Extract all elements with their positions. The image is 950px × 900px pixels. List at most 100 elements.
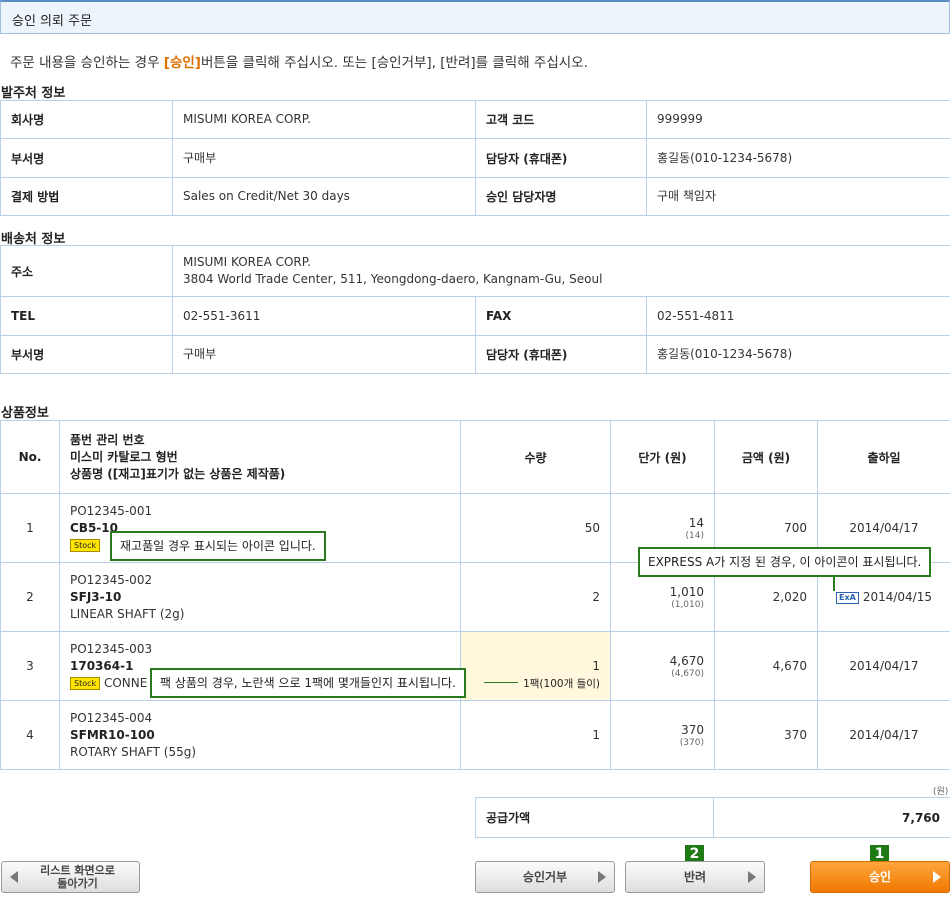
supply-label: 공급가액 xyxy=(475,797,714,838)
customer-code-value: 999999 xyxy=(646,100,950,139)
header-item-line2: 미스미 카탈로그 형번 xyxy=(70,449,178,464)
payment-label: 결제 방법 xyxy=(0,177,173,216)
row-name: CONNE xyxy=(103,675,148,690)
fax-label: FAX xyxy=(475,296,647,336)
ship-dept-label: 부서명 xyxy=(0,335,173,374)
row-price: 370 (370) xyxy=(610,700,715,770)
row-qty: 1 1팩(100개 들이) xyxy=(460,631,611,701)
title-bar: 승인 의뢰 주문 xyxy=(0,0,950,34)
return-button-label: 반려 xyxy=(683,870,707,884)
row-po: PO12345-004 xyxy=(70,710,153,725)
arrow-right-icon xyxy=(598,871,606,883)
address-value: MISUMI KOREA CORP. 3804 World Trade Cent… xyxy=(172,245,950,297)
tel-label: TEL xyxy=(0,296,173,336)
approve-button-label: 승인 xyxy=(868,870,892,884)
row-no: 3 xyxy=(0,631,60,701)
address-label: 주소 xyxy=(0,245,173,297)
table-row: 3 PO12345-003 170364-1 Stock CONNE 1 1팩(… xyxy=(0,631,950,701)
dept-value: 구매부 xyxy=(172,138,476,178)
header-item: 품번 관리 번호 미스미 카탈로그 형번 상품명 ([재고]표기가 없는 상품은… xyxy=(59,420,461,494)
row-price: 4,670 (4,670) xyxy=(610,631,715,701)
header-ship-date: 출하일 xyxy=(817,420,950,494)
pack-callout-connector xyxy=(484,682,518,683)
return-button[interactable]: 반려 xyxy=(625,861,765,893)
stock-callout: 재고품일 경우 표시되는 아이콘 입니다. xyxy=(110,531,326,561)
intro-before: 주문 내용을 승인하는 경우 xyxy=(10,55,164,71)
approver-label: 승인 담당자명 xyxy=(475,177,647,216)
order-info-heading: 발주처 정보 xyxy=(1,86,66,101)
dept-label: 부서명 xyxy=(0,138,173,178)
contact-label: 담당자 (휴대폰) xyxy=(475,138,647,178)
customer-code-label: 고객 코드 xyxy=(475,100,647,139)
address-line2: 3804 World Trade Center, 511, Yeongdong-… xyxy=(183,272,603,286)
page-title: 승인 의뢰 주문 xyxy=(12,14,93,29)
ship-dept-value: 구매부 xyxy=(172,335,476,374)
row-amount: 4,670 xyxy=(714,631,818,701)
contact-value: 홍길동(010-1234-5678) xyxy=(646,138,950,178)
header-qty: 수량 xyxy=(460,420,611,494)
products-heading: 상품정보 xyxy=(1,406,49,421)
ship-info-table: 주소 MISUMI KOREA CORP. 3804 World Trade C… xyxy=(0,245,950,374)
order-info-table: 회사명 MISUMI KOREA CORP. 고객 코드 999999 부서명 … xyxy=(0,100,950,216)
row-qty: 1 xyxy=(460,700,611,770)
header-item-line1: 품번 관리 번호 xyxy=(70,432,145,447)
row-price-sub: (370) xyxy=(679,737,704,748)
row-po: PO12345-003 xyxy=(70,641,153,656)
table-row: 4 PO12345-004 SFMR10-100 ROTARY SHAFT (5… xyxy=(0,700,950,770)
arrow-right-icon xyxy=(933,871,941,883)
row-po: PO12345-002 xyxy=(70,572,153,587)
row-price-sub: (14) xyxy=(685,530,704,541)
row-no: 4 xyxy=(0,700,60,770)
approver-value: 구매 책임자 xyxy=(646,177,950,216)
intro-after: 버튼을 클릭해 주십시오. 또는 [승인거부], [반려]를 클릭해 주십시오. xyxy=(200,55,588,71)
row-part: SFMR10-100 xyxy=(70,727,155,742)
fax-value: 02-551-4811 xyxy=(646,296,950,336)
header-amount: 금액 (원) xyxy=(714,420,818,494)
row-po: PO12345-001 xyxy=(70,503,153,518)
row-item: PO12345-002 SFJ3-10 LINEAR SHAFT (2g) xyxy=(59,562,461,632)
arrow-left-icon xyxy=(10,871,18,883)
payment-value: Sales on Credit/Net 30 days xyxy=(172,177,476,216)
row-date: 2014/04/17 xyxy=(817,700,950,770)
row-qty-value: 1 xyxy=(592,659,600,673)
arrow-right-icon xyxy=(748,871,756,883)
currency-unit: (원) xyxy=(933,787,949,797)
row-price-main: 1,010 xyxy=(669,584,704,599)
intro-highlight: [승인] xyxy=(163,55,201,71)
row-price-sub: (1,010) xyxy=(671,599,704,610)
intro-text: 주문 내용을 승인하는 경우 [승인]버튼을 클릭해 주십시오. 또는 [승인거… xyxy=(10,51,588,71)
pack-note: 1팩(100개 들이) xyxy=(523,678,600,690)
row-qty: 50 xyxy=(460,493,611,563)
company-label: 회사명 xyxy=(0,100,173,139)
row-no: 2 xyxy=(0,562,60,632)
header-no: No. xyxy=(0,420,60,494)
header-item-line3: 상품명 ([재고]표기가 없는 상품은 제작품) xyxy=(70,466,286,481)
back-button-label-line1: 리스트 화면으로 xyxy=(40,864,115,877)
row-date: 2014/04/17 xyxy=(817,631,950,701)
products-table: No. 품번 관리 번호 미스미 카탈로그 형번 상품명 ([재고]표기가 없는… xyxy=(0,420,950,770)
supply-value: 7,760 xyxy=(713,797,950,838)
pack-callout: 팩 상품의 경우, 노란색 으로 1팩에 몇개들인지 표시됩니다. xyxy=(150,668,466,698)
row-price-main: 370 xyxy=(681,722,704,737)
row-qty: 2 xyxy=(460,562,611,632)
back-button-label-line2: 돌아가기 xyxy=(57,877,98,890)
row-date-text: 2014/04/15 xyxy=(862,590,932,604)
row-no: 1 xyxy=(0,493,60,563)
row-item: PO12345-004 SFMR10-100 ROTARY SHAFT (55g… xyxy=(59,700,461,770)
row-name: ROTARY SHAFT (55g) xyxy=(70,744,197,759)
stock-icon: Stock xyxy=(70,538,101,552)
express-callout-connector xyxy=(833,577,835,591)
express-icon: ExA xyxy=(836,591,859,604)
row-price-sub: (4,670) xyxy=(671,668,704,679)
ship-contact-label: 담당자 (휴대폰) xyxy=(475,335,647,374)
reject-button-label: 승인거부 xyxy=(522,870,568,884)
reject-button[interactable]: 승인거부 xyxy=(475,861,615,893)
back-to-list-button[interactable]: 리스트 화면으로 돌아가기 xyxy=(1,861,140,893)
row-part: SFJ3-10 xyxy=(70,589,122,604)
approve-button[interactable]: 승인 xyxy=(810,861,950,893)
row-amount: 370 xyxy=(714,700,818,770)
products-header-row: No. 품번 관리 번호 미스미 카탈로그 형번 상품명 ([재고]표기가 없는… xyxy=(0,420,950,494)
row-price-main: 14 xyxy=(688,515,704,530)
row-price-main: 4,670 xyxy=(669,653,704,668)
company-value: MISUMI KOREA CORP. xyxy=(172,100,476,139)
